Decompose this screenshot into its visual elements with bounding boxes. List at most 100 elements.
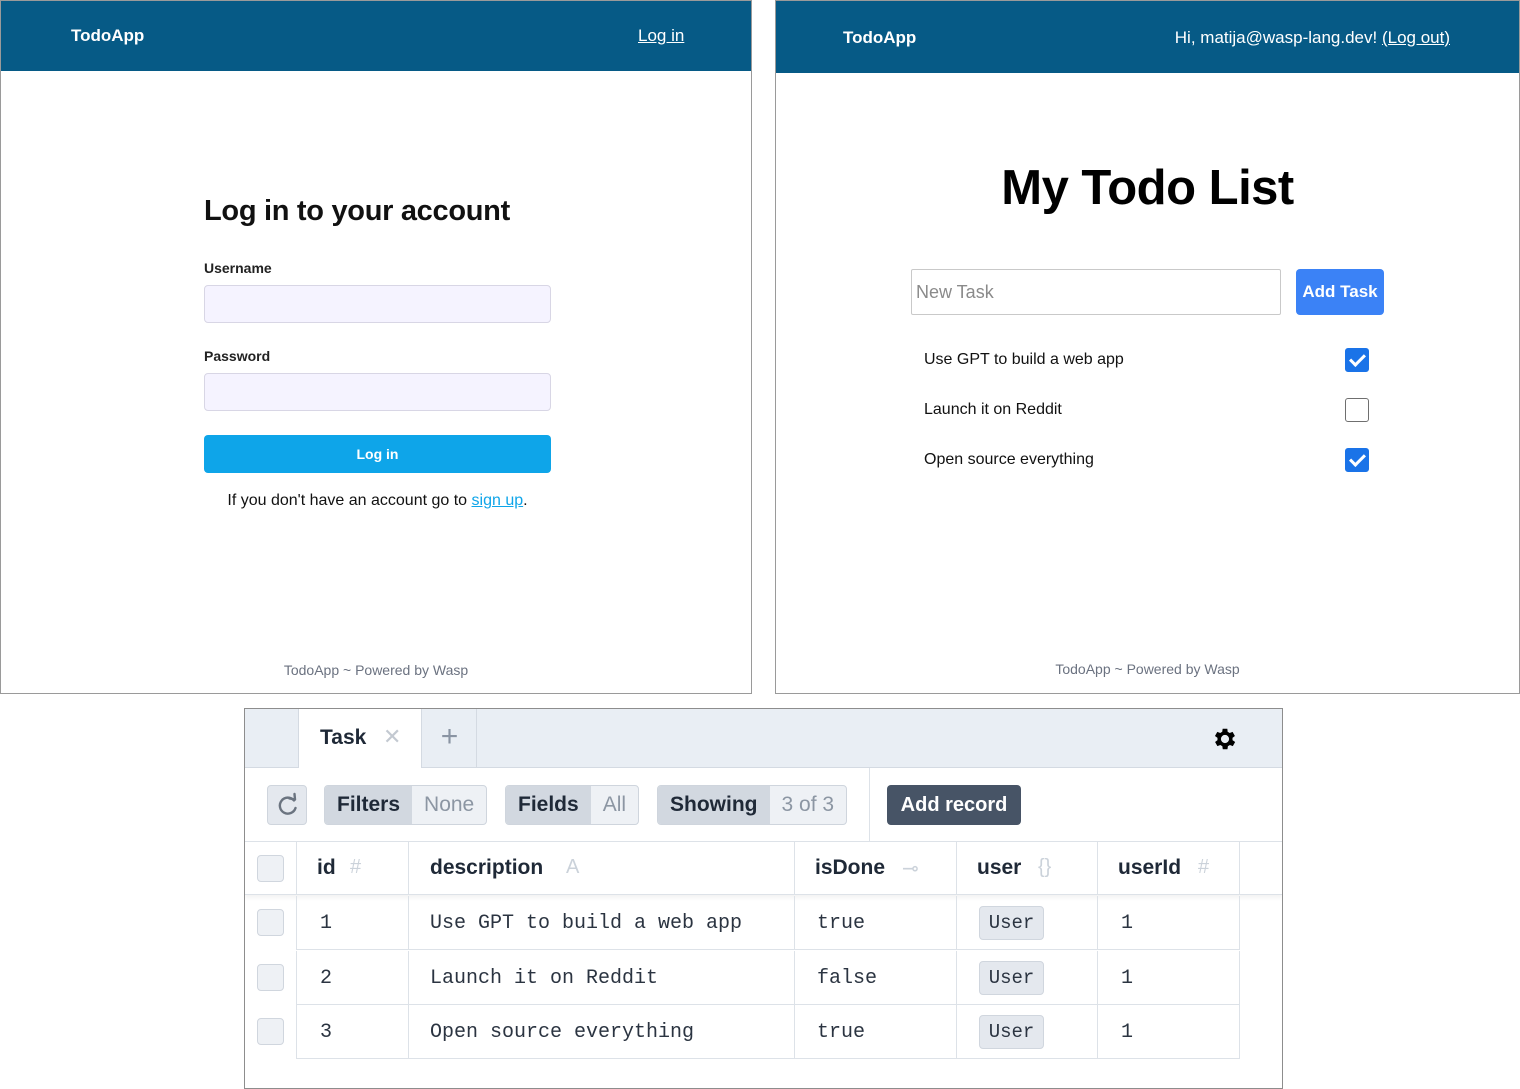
cell-value: Open source everything [430,1021,695,1044]
cell-description[interactable]: Open source everything [409,1005,795,1059]
cell-userid[interactable]: 1 [1098,1005,1240,1059]
navbar: TodoApp Hi, matija@wasp-lang.dev! (Log o… [776,1,1519,73]
table-row[interactable]: 3 Open source everything true User 1 [245,1005,1240,1059]
cell-id[interactable]: 1 [297,896,409,950]
cell-isdone[interactable]: true [795,1005,957,1059]
toolbar-divider [869,768,870,841]
column-name: userId [1118,856,1182,879]
task-text: Open source everything [924,451,1094,468]
cell-value: 1 [1121,967,1134,990]
column-name: user [977,856,1022,879]
new-task-input[interactable] [911,269,1281,315]
task-done-checkbox[interactable] [1345,448,1369,472]
user-greeting: Hi, matija@wasp-lang.dev! (Log out) [1175,28,1450,48]
column-header-isdone[interactable]: isDone ⊸ [795,842,957,895]
signup-link[interactable]: sign up [472,492,524,509]
signup-prefix: If you don't have an account go to [227,492,472,509]
greeting-text: Hi, matija@wasp-lang.dev! [1174,28,1382,47]
user-relation-button[interactable]: User [979,906,1044,940]
task-item: Launch it on Reddit [924,398,1369,424]
column-header-description[interactable]: description A [409,842,795,895]
column-name: description [430,856,544,879]
cell-isdone[interactable]: false [795,951,957,1005]
filters-value: None [424,793,475,816]
number-type-icon: # [350,856,362,878]
text-type-icon: A [566,856,580,878]
close-icon[interactable]: ✕ [383,724,401,750]
brand-logo[interactable]: TodoApp [843,28,916,48]
cell-user: User [957,1005,1098,1059]
showing-label: Showing [658,786,770,824]
cell-id[interactable]: 3 [297,1005,409,1059]
task-done-checkbox[interactable] [1345,398,1369,422]
select-all-checkbox[interactable] [257,855,284,882]
nav-login-link[interactable]: Log in [638,26,684,46]
cell-value: Launch it on Reddit [430,967,659,990]
row-select-checkbox[interactable] [257,964,284,991]
column-header-userid[interactable]: userId # [1098,842,1240,895]
tab-task[interactable]: Task ✕ [298,709,422,768]
cell-value: false [817,967,878,990]
plus-icon[interactable]: + [423,709,477,768]
toolbar: Filters None Fields All Showing 3 of 3 A… [245,768,1282,842]
cell-userid[interactable]: 1 [1098,951,1240,1005]
database-browser: Task ✕ + Filters None Fields All Showing… [244,708,1283,1089]
showing-button[interactable]: Showing 3 of 3 [657,785,848,825]
cell-value: 3 [320,1021,333,1044]
add-task-button[interactable]: Add Task [1296,269,1384,315]
fields-label: Fields [506,786,591,824]
filters-label: Filters [325,786,413,824]
cell-isdone[interactable]: true [795,896,957,950]
column-header-user[interactable]: user {} [957,842,1098,895]
username-label: Username [204,260,272,276]
fields-value: All [602,793,627,816]
task-item: Open source everything [924,448,1369,474]
task-text: Launch it on Reddit [924,401,1062,418]
footer: TodoApp ~ Powered by Wasp [1055,661,1240,677]
signup-prompt: If you don't have an account go to sign … [204,492,551,510]
add-record-button[interactable]: Add record [887,785,1021,825]
task-done-checkbox[interactable] [1345,348,1369,372]
cell-description[interactable]: Use GPT to build a web app [409,896,795,950]
row-select-checkbox[interactable] [257,1018,284,1045]
cell-value: 2 [320,967,333,990]
user-relation-button[interactable]: User [979,961,1044,995]
row-select-checkbox[interactable] [257,909,284,936]
table-row[interactable]: 2 Launch it on Reddit false User 1 [245,951,1240,1005]
column-name: isDone [815,856,886,879]
row-select-cell [245,951,297,1005]
cell-value: Use GPT to build a web app [430,912,743,935]
fields-button[interactable]: Fields All [505,785,640,825]
row-select-cell [245,896,297,950]
login-screen: TodoApp Log in Log in to your account Us… [0,0,752,694]
cell-value: 1 [320,912,333,935]
login-submit-button[interactable]: Log in [204,435,551,473]
cell-description[interactable]: Launch it on Reddit [409,951,795,1005]
refresh-icon[interactable] [267,785,307,825]
page-title: Log in to your account [204,195,510,227]
column-header-id[interactable]: id # [297,842,409,895]
refresh-glyph [278,792,297,815]
column-name: id [317,856,336,879]
username-input[interactable] [204,285,551,323]
cell-value: true [817,1021,866,1044]
user-relation-button[interactable]: User [979,1015,1044,1049]
number-type-icon: # [1198,856,1210,878]
page-title: My Todo List [1001,161,1294,215]
gear-icon[interactable] [1211,725,1239,753]
filters-button[interactable]: Filters None [324,785,488,825]
row-select-cell [245,1005,297,1059]
cell-user: User [957,896,1098,950]
cell-value: true [817,912,866,935]
password-input[interactable] [204,373,551,411]
cell-user: User [957,951,1098,1005]
table-row[interactable]: 1 Use GPT to build a web app true User 1 [245,896,1240,950]
showing-value: 3 of 3 [781,793,835,816]
cell-id[interactable]: 2 [297,951,409,1005]
cell-userid[interactable]: 1 [1098,896,1240,950]
brand-logo[interactable]: TodoApp [71,26,144,46]
tab-label: Task [320,726,367,749]
logout-link[interactable]: (Log out) [1382,28,1450,47]
tab-bar: Task ✕ + [245,709,1282,768]
navbar: TodoApp Log in [1,1,751,71]
